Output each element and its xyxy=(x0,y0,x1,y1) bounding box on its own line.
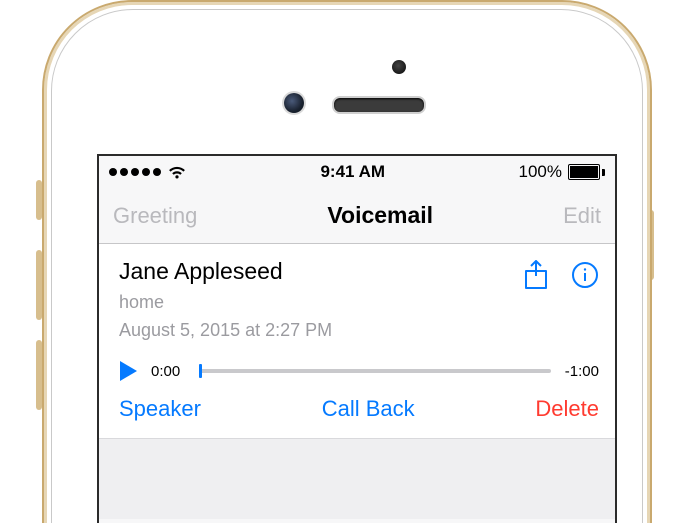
screen: 9:41 AM 100% Greeting Voicemail Edit xyxy=(97,154,617,523)
caller-label: home xyxy=(119,290,523,314)
elapsed-time: 0:00 xyxy=(151,363,187,380)
share-icon[interactable] xyxy=(523,260,549,290)
status-bar: 9:41 AM 100% xyxy=(99,156,615,188)
voicemail-timestamp: August 5, 2015 at 2:27 PM xyxy=(119,318,523,342)
action-row: Speaker Call Back Delete xyxy=(119,396,599,422)
front-camera xyxy=(284,93,304,113)
speaker-button[interactable]: Speaker xyxy=(119,396,201,422)
scrubber-track[interactable] xyxy=(199,369,551,373)
list-empty-area xyxy=(99,439,615,519)
play-icon[interactable] xyxy=(119,360,139,382)
nav-greeting-button[interactable]: Greeting xyxy=(113,203,197,229)
call-back-button[interactable]: Call Back xyxy=(322,396,415,422)
scrubber-thumb[interactable] xyxy=(199,364,202,378)
playback-row: 0:00 -1:00 xyxy=(119,360,599,382)
navbar: Greeting Voicemail Edit xyxy=(99,188,615,244)
voicemail-list: Jane Appleseed home August 5, 2015 at 2:… xyxy=(99,244,615,519)
proximity-sensor xyxy=(392,60,406,74)
phone-inner: 9:41 AM 100% Greeting Voicemail Edit xyxy=(51,9,643,523)
voicemail-header: Jane Appleseed home August 5, 2015 at 2:… xyxy=(119,258,599,342)
wifi-icon xyxy=(167,165,187,180)
stage: 9:41 AM 100% Greeting Voicemail Edit xyxy=(0,0,690,523)
battery-icon xyxy=(568,164,605,180)
status-time: 9:41 AM xyxy=(320,162,385,182)
info-icon[interactable] xyxy=(571,261,599,289)
nav-edit-button[interactable]: Edit xyxy=(563,203,601,229)
battery-percent: 100% xyxy=(519,162,562,182)
caller-name: Jane Appleseed xyxy=(119,258,523,286)
delete-button[interactable]: Delete xyxy=(535,396,599,422)
phone-frame: 9:41 AM 100% Greeting Voicemail Edit xyxy=(42,0,652,523)
remaining-time: -1:00 xyxy=(563,363,599,380)
nav-title: Voicemail xyxy=(327,202,433,229)
cell-signal-icon xyxy=(109,168,161,176)
voicemail-item[interactable]: Jane Appleseed home August 5, 2015 at 2:… xyxy=(99,244,615,439)
earpiece-speaker xyxy=(332,96,426,114)
